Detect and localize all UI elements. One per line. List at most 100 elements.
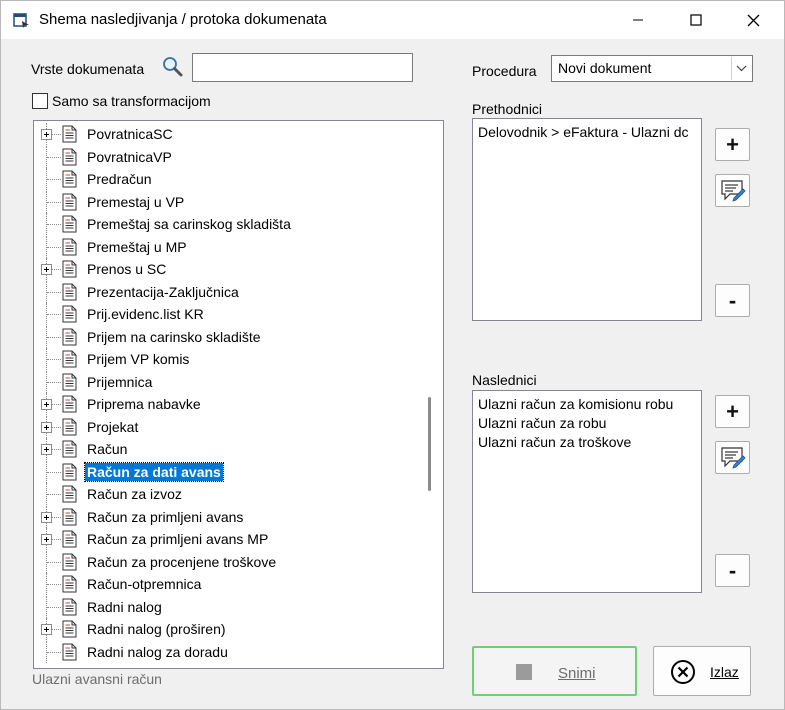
minimize-icon [633,19,643,21]
tree-item[interactable]: Prezentacija-Zaključnica [34,280,424,303]
tree-connector-line [47,336,61,338]
expand-icon[interactable] [41,444,52,455]
tree-item[interactable]: Prij.evidenc.list KR [34,303,424,325]
tree-item[interactable]: Račun-otpremnica [34,573,424,595]
tree-item[interactable]: PovratnicaSC [34,123,424,145]
tree-item-label: PovratnicaVP [87,148,172,165]
list-item[interactable]: Ulazni račun za komisionu robu [478,396,673,412]
document-icon [62,395,77,413]
tree-item[interactable]: Projekat [34,415,424,438]
document-type-tree[interactable]: PovratnicaSC PovratnicaVP Predračun Premest… [33,120,444,669]
tree-item[interactable]: Račun za primljeni avans [34,505,424,528]
exit-label: Izlaz [710,664,739,680]
expand-icon[interactable] [41,399,52,410]
save-icon [516,664,532,680]
tree-item-label: Priprema nabavke [87,396,201,412]
search-icon[interactable] [162,56,184,78]
successors-list[interactable]: Ulazni račun za komisionu robu Ulazni ra… [472,390,702,593]
expand-icon[interactable] [41,534,52,545]
tree-item[interactable]: Račun za izvoz [34,483,424,505]
document-icon [62,553,77,570]
successors-label: Naslednici [472,372,537,388]
tree-item-label: Račun za dati avans [84,461,224,482]
transform-checkbox[interactable] [32,93,48,109]
save-label: Snimi [558,665,596,682]
document-icon [62,643,77,660]
tree-item[interactable]: PovratnicaVP [34,145,424,168]
remove-predecessor-button[interactable]: - [715,284,750,317]
minus-icon: - [728,557,737,583]
procedure-select[interactable]: Novi dokument [551,55,753,82]
document-icon [62,620,77,638]
tree-item-label: Prijem VP komis [87,351,190,367]
list-item[interactable]: Ulazni račun za robu [478,415,606,431]
tree-item-label: Predračun [87,171,152,187]
plus-icon: + [726,131,739,157]
tree-item[interactable]: Račun za procenjene troškove [34,550,424,573]
tree-item-label: Prenos u SC [87,261,167,277]
tree-item[interactable]: Račun za dati avans [34,460,424,483]
tree-item[interactable]: Prijem VP komis [34,348,424,370]
tree-item[interactable]: Premestaj u VP [34,190,424,213]
tree-item[interactable]: Prijem na carinsko skladište [34,325,424,348]
maximize-button[interactable] [671,1,721,39]
chevron-down-icon [736,65,747,72]
predecessors-list[interactable]: Delovodnik > eFaktura - Ulazni dc [472,118,702,321]
document-icon [62,508,77,525]
procedure-label: Procedura [472,63,537,79]
tree-connector-line [47,471,61,473]
edit-predecessor-button[interactable] [715,174,750,207]
tree-connector-line [47,606,61,608]
tree-connector-line [47,291,61,293]
document-icon [62,238,77,255]
expand-icon[interactable] [41,264,52,275]
tree-item-label: Radni nalog (proširen) [87,621,226,637]
tree-connector-line [47,584,61,585]
tree-item-label: Prij.evidenc.list KR [87,306,204,322]
expand-icon[interactable] [41,129,52,140]
tree-connector-line [47,201,61,203]
predecessors-label: Prethodnici [472,101,543,117]
tree-connector-line [47,494,61,495]
close-button[interactable] [728,1,778,39]
tree-item[interactable]: Radni nalog (proširen) [34,618,424,640]
tree-scrollbar-thumb[interactable] [428,397,431,491]
procedure-dropdown-button[interactable] [731,57,751,80]
expand-icon[interactable] [41,511,52,523]
tree-item[interactable]: Prijemnica [34,370,424,393]
document-icon [62,530,77,548]
expand-icon[interactable] [41,421,52,433]
document-icon [62,598,77,615]
tree-item-label: Račun [87,441,128,457]
doc-type-search-input[interactable] [192,53,413,82]
tree-connector-line [47,381,61,383]
exit-button[interactable]: Izlaz [653,646,751,696]
edit-note-icon [720,446,746,469]
minus-icon: - [728,287,737,313]
document-icon [62,193,77,210]
tree-item-label: Premeštaj u MP [87,238,187,255]
tree-item[interactable]: Račun za primljeni avans MP [34,528,424,550]
add-successor-button[interactable]: + [715,395,750,428]
tree-item[interactable]: Priprema nabavke [34,393,424,415]
list-item[interactable]: Ulazni račun za troškove [478,434,631,450]
tree-item[interactable]: Radni nalog za doradu [34,640,424,663]
edit-successor-button[interactable] [715,441,750,474]
tree-item[interactable]: Predračun [34,168,424,190]
save-button[interactable]: Snimi [472,646,637,696]
tree-item[interactable]: Premeštaj u MP [34,235,424,258]
tree-item[interactable]: Premeštaj sa carinskog skladišta [34,213,424,235]
minimize-button[interactable] [613,1,663,39]
tree-item-label: Račun za procenjene troškove [87,553,277,570]
document-icon [62,373,77,390]
doc-types-label: Vrste dokumenata [31,61,145,77]
document-icon [62,215,77,233]
tree-item[interactable]: Radni nalog [34,595,424,618]
tree-item[interactable]: Prenos u SC [34,258,424,280]
remove-successor-button[interactable]: - [715,554,750,587]
tree-item-label: Račun-otpremnica [87,576,202,592]
list-item[interactable]: Delovodnik > eFaktura - Ulazni dc [478,124,689,140]
tree-item[interactable]: Račun [34,438,424,460]
expand-icon[interactable] [41,624,52,635]
add-predecessor-button[interactable]: + [715,128,750,161]
